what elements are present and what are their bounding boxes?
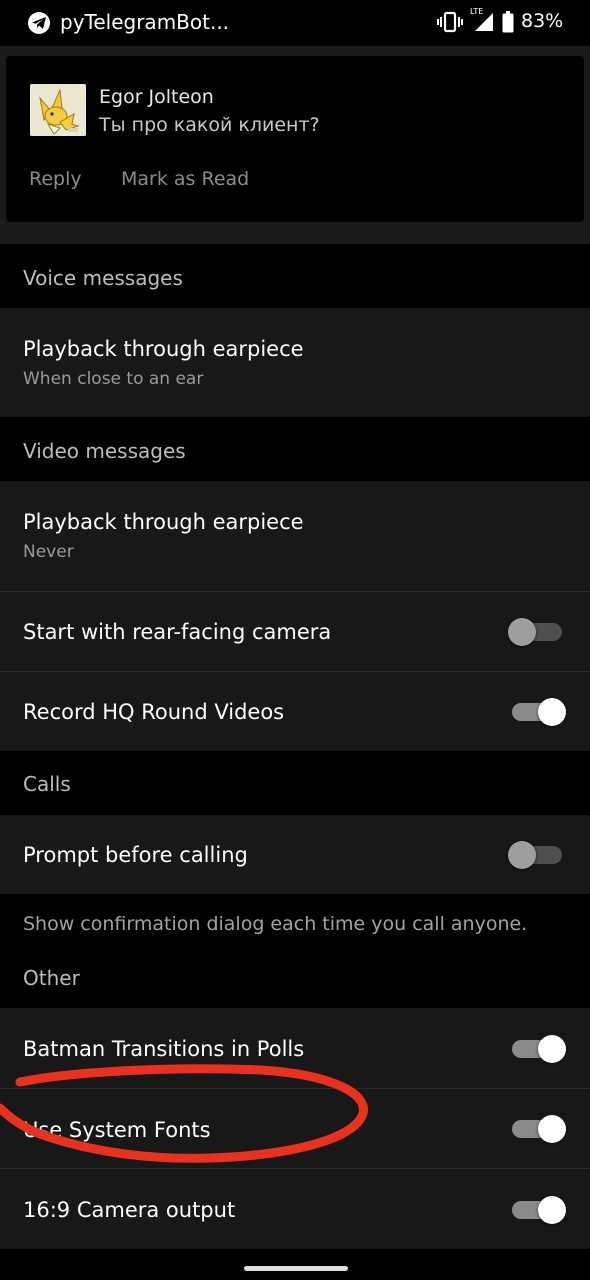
section-header-video: Video messages bbox=[0, 417, 590, 481]
camera-output-title: 16:9 Camera output bbox=[23, 1198, 236, 1222]
hq-round-videos-toggle[interactable] bbox=[508, 697, 566, 727]
notification-sender: Egor Jolteon bbox=[99, 86, 214, 108]
rear-camera-title: Start with rear-facing camera bbox=[23, 620, 332, 644]
prompt-before-calling-title: Prompt before calling bbox=[23, 843, 248, 867]
toggle-thumb bbox=[538, 698, 566, 726]
battery-icon bbox=[502, 11, 514, 37]
home-indicator[interactable] bbox=[244, 1266, 348, 1271]
voice-earpiece-title: Playback through earpiece bbox=[23, 337, 304, 361]
toggle-thumb bbox=[508, 618, 536, 646]
toggle-thumb bbox=[508, 841, 536, 869]
camera-output-toggle[interactable] bbox=[508, 1195, 566, 1225]
batman-transitions-toggle[interactable] bbox=[508, 1034, 566, 1064]
camera-output-row[interactable]: 16:9 Camera output bbox=[0, 1169, 590, 1249]
rear-camera-toggle[interactable] bbox=[508, 617, 566, 647]
prompt-before-calling-row[interactable]: Prompt before calling bbox=[0, 815, 590, 894]
calls-info-area: Show confirmation dialog each time you c… bbox=[0, 894, 590, 1008]
toggle-thumb bbox=[538, 1115, 566, 1143]
batman-transitions-row[interactable]: Batman Transitions in Polls bbox=[0, 1008, 590, 1088]
section-title-video: Video messages bbox=[23, 439, 186, 463]
mark-as-read-button[interactable]: Mark as Read bbox=[121, 168, 249, 190]
section-title-other: Other bbox=[23, 966, 80, 990]
video-earpiece-row[interactable]: Playback through earpiece Never bbox=[0, 481, 590, 591]
voice-earpiece-row[interactable]: Playback through earpiece When close to … bbox=[0, 308, 590, 417]
toggle-thumb bbox=[538, 1196, 566, 1224]
batman-transitions-title: Batman Transitions in Polls bbox=[23, 1037, 305, 1061]
system-fonts-title: Use System Fonts bbox=[23, 1118, 211, 1142]
calls-info-text: Show confirmation dialog each time you c… bbox=[23, 913, 528, 935]
signal-icon bbox=[474, 12, 494, 36]
message-notification[interactable]: Egor Jolteon Ты про какой клиент? Reply … bbox=[6, 56, 584, 222]
system-fonts-toggle[interactable] bbox=[508, 1114, 566, 1144]
telegram-icon bbox=[28, 12, 50, 34]
system-fonts-row[interactable]: Use System Fonts bbox=[0, 1089, 590, 1168]
section-title-calls: Calls bbox=[23, 772, 71, 796]
notification-message: Ты про какой клиент? bbox=[99, 114, 320, 136]
section-header-calls: Calls bbox=[0, 751, 590, 815]
status-app-name: pyTelegramBot... bbox=[60, 10, 230, 34]
hq-round-videos-row[interactable]: Record HQ Round Videos bbox=[0, 672, 590, 751]
rear-camera-row[interactable]: Start with rear-facing camera bbox=[0, 592, 590, 671]
avatar bbox=[30, 84, 86, 136]
toggle-thumb bbox=[538, 1035, 566, 1063]
prompt-before-calling-toggle[interactable] bbox=[508, 840, 566, 870]
settings-screen: pyTelegramBot... LTE 83% Egor Jolteon Ты… bbox=[0, 0, 590, 1280]
vibrate-icon bbox=[437, 11, 463, 37]
video-earpiece-title: Playback through earpiece bbox=[23, 510, 304, 534]
battery-percent: 83% bbox=[521, 10, 564, 32]
section-header-voice: Voice messages bbox=[0, 244, 590, 308]
section-title-voice: Voice messages bbox=[23, 266, 183, 290]
hq-round-videos-title: Record HQ Round Videos bbox=[23, 700, 285, 724]
status-bar: pyTelegramBot... LTE 83% bbox=[0, 0, 590, 46]
voice-earpiece-value: When close to an ear bbox=[23, 369, 204, 389]
reply-button[interactable]: Reply bbox=[29, 168, 82, 190]
video-earpiece-value: Never bbox=[23, 542, 74, 562]
